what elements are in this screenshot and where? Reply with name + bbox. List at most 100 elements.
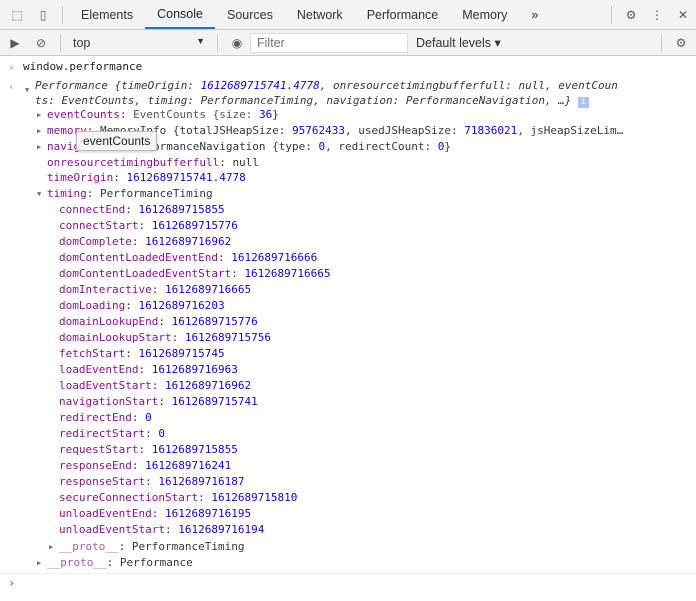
expand-triangle-icon[interactable]: ▶ — [37, 559, 41, 567]
divider — [62, 5, 63, 24]
prop-onresourcetimingbufferfull: onresourcetimingbufferfull: null — [47, 156, 259, 169]
prop-value: PerformanceTiming — [100, 187, 213, 200]
context-selector[interactable]: top ▼ — [67, 36, 211, 50]
timing-prop: redirectEnd: 0 — [59, 411, 152, 424]
prop-number: 1612689715745 — [138, 347, 225, 360]
prop-value: } — [444, 140, 452, 153]
live-expression-eye-icon[interactable]: ◉ — [224, 30, 250, 56]
prop-key: domLoading — [59, 299, 126, 312]
object-summary-line1[interactable]: Performance {timeOrigin: 1612689715741.4… — [35, 78, 618, 94]
prop-number: 1612689715810 — [211, 491, 298, 504]
divider — [60, 33, 61, 52]
device-toolbar-icon[interactable]: ▯ — [30, 2, 56, 28]
timing-prop: unloadEventEnd: 1612689716195 — [59, 507, 252, 520]
context-value: top — [73, 35, 91, 50]
prop-number: 1612689716187 — [158, 475, 245, 488]
close-icon[interactable]: ✕ — [670, 2, 696, 28]
console-settings-gear-icon[interactable]: ⚙ — [668, 30, 694, 56]
expand-triangle-icon[interactable]: ▶ — [37, 127, 41, 135]
timing-prop: domContentLoadedEventEnd: 1612689716666 — [59, 251, 318, 264]
prop-key: domainLookupStart — [59, 331, 172, 344]
timing-prop: unloadEventStart: 1612689716194 — [59, 523, 265, 536]
prop-timing[interactable]: timing: PerformanceTiming — [47, 186, 213, 202]
clear-console-icon[interactable]: ⊘ — [28, 30, 54, 56]
timing-prop: loadEventEnd: 1612689716963 — [59, 363, 238, 376]
tab-sources[interactable]: Sources — [215, 0, 285, 29]
info-icon[interactable]: i — [578, 97, 590, 108]
input-chevron-icon: › — [8, 61, 15, 74]
prop-number: 1612689716666 — [231, 251, 318, 264]
prop-key: eventCounts — [47, 108, 120, 121]
chevron-down-icon: ▼ — [196, 35, 205, 46]
summary-text: Performance {timeOrigin: — [35, 79, 201, 92]
prop-eventcounts[interactable]: eventCounts: EventCounts {size: 36} — [47, 107, 279, 123]
prop-number: 1612689716241 — [145, 459, 232, 472]
timing-prop: domainLookupEnd: 1612689715776 — [59, 315, 258, 328]
prop-value: null — [232, 156, 259, 169]
prop-key: redirectEnd — [59, 411, 132, 424]
prop-key: connectStart — [59, 219, 139, 232]
prop-key: loadEventStart — [59, 379, 152, 392]
sidebar-toggle-icon[interactable]: ▶ — [2, 30, 28, 56]
inspect-element-icon[interactable]: ⬚ — [4, 2, 30, 28]
timing-prop: fetchStart: 1612689715745 — [59, 347, 225, 360]
settings-gear-icon[interactable]: ⚙ — [618, 2, 644, 28]
tooltip: eventCounts — [76, 131, 158, 151]
timing-prop: domComplete: 1612689716962 — [59, 235, 232, 248]
expand-triangle-icon[interactable]: ▶ — [49, 543, 53, 551]
expand-triangle-icon[interactable]: ▶ — [37, 143, 41, 151]
console-toolbar: ▶ ⊘ top ▼ ◉ Default levels ▾ ⚙ — [0, 30, 696, 56]
prop-number: 1612689716665 — [164, 283, 252, 296]
prop-key: requestStart — [59, 443, 139, 456]
devtools-tabbar: ⬚ ▯ Elements Console Sources Network Perform… — [0, 0, 696, 30]
prop-proto[interactable]: __proto__: Performance — [47, 555, 193, 571]
prop-key: unloadEventStart — [59, 523, 165, 536]
prop-number: 1612689716195 — [164, 507, 252, 520]
prop-number: 1612689716194 — [178, 523, 265, 536]
console-prompt[interactable]: › — [0, 573, 696, 601]
tab-performance[interactable]: Performance — [355, 0, 451, 29]
prop-number: 36 — [258, 108, 273, 121]
prop-key: fetchStart — [59, 347, 126, 360]
summary-text: , onresourcetimingbufferfull: null, even… — [319, 79, 618, 92]
summary-time-origin: 1612689715741.4778 — [200, 79, 320, 92]
prompt-chevron-icon: › — [8, 576, 16, 590]
tab-elements[interactable]: Elements — [69, 0, 145, 29]
collapse-triangle-icon[interactable]: ▼ — [25, 86, 29, 94]
prop-key: navigationStart — [59, 395, 159, 408]
expand-triangle-icon[interactable]: ▶ — [37, 111, 41, 119]
timing-prop: redirectStart: 0 — [59, 427, 165, 440]
timing-prop: secureConnectionStart: 1612689715810 — [59, 491, 298, 504]
prop-number: 95762433 — [292, 124, 346, 137]
prop-number: 1612689715776 — [171, 315, 258, 328]
prop-key: redirectStart — [59, 427, 146, 440]
prop-key: loadEventEnd — [59, 363, 139, 376]
prop-proto-timing[interactable]: __proto__: PerformanceTiming — [59, 539, 244, 555]
filter-input[interactable] — [250, 32, 408, 53]
prop-key: __proto__ — [59, 540, 119, 553]
result-arrow-icon: ‹ — [8, 80, 15, 93]
tab-console[interactable]: Console — [145, 0, 215, 29]
prop-value: Performance — [119, 556, 193, 569]
prop-number: 1612689715741.4778 — [126, 171, 246, 184]
tab-network[interactable]: Network — [285, 0, 355, 29]
prop-value: } — [272, 108, 279, 121]
console-input-echo: window.performance — [23, 60, 143, 73]
more-tabs-button[interactable]: » — [519, 0, 550, 29]
timing-prop: responseStart: 1612689716187 — [59, 475, 245, 488]
collapse-triangle-icon[interactable]: ▼ — [37, 190, 41, 198]
log-levels-dropdown[interactable]: Default levels ▾ — [416, 35, 501, 50]
prop-key: onresourcetimingbufferfull — [47, 156, 220, 169]
prop-number: 1612689716963 — [151, 363, 238, 376]
summary-text: ts: EventCounts, timing: PerformanceTimi… — [35, 94, 572, 107]
prop-key: timeOrigin — [47, 171, 114, 184]
prop-number: 0 — [145, 411, 152, 424]
prop-key: timing — [47, 187, 87, 200]
more-options-icon[interactable]: ⋮ — [644, 2, 670, 28]
prop-key: responseStart — [59, 475, 146, 488]
prop-value: , redirectCount: — [325, 140, 438, 153]
timing-prop: connectEnd: 1612689715855 — [59, 203, 225, 216]
tab-memory[interactable]: Memory — [450, 0, 519, 29]
prop-value: , jsHeapSizeLim… — [517, 124, 624, 137]
prop-key: __proto__ — [47, 556, 107, 569]
